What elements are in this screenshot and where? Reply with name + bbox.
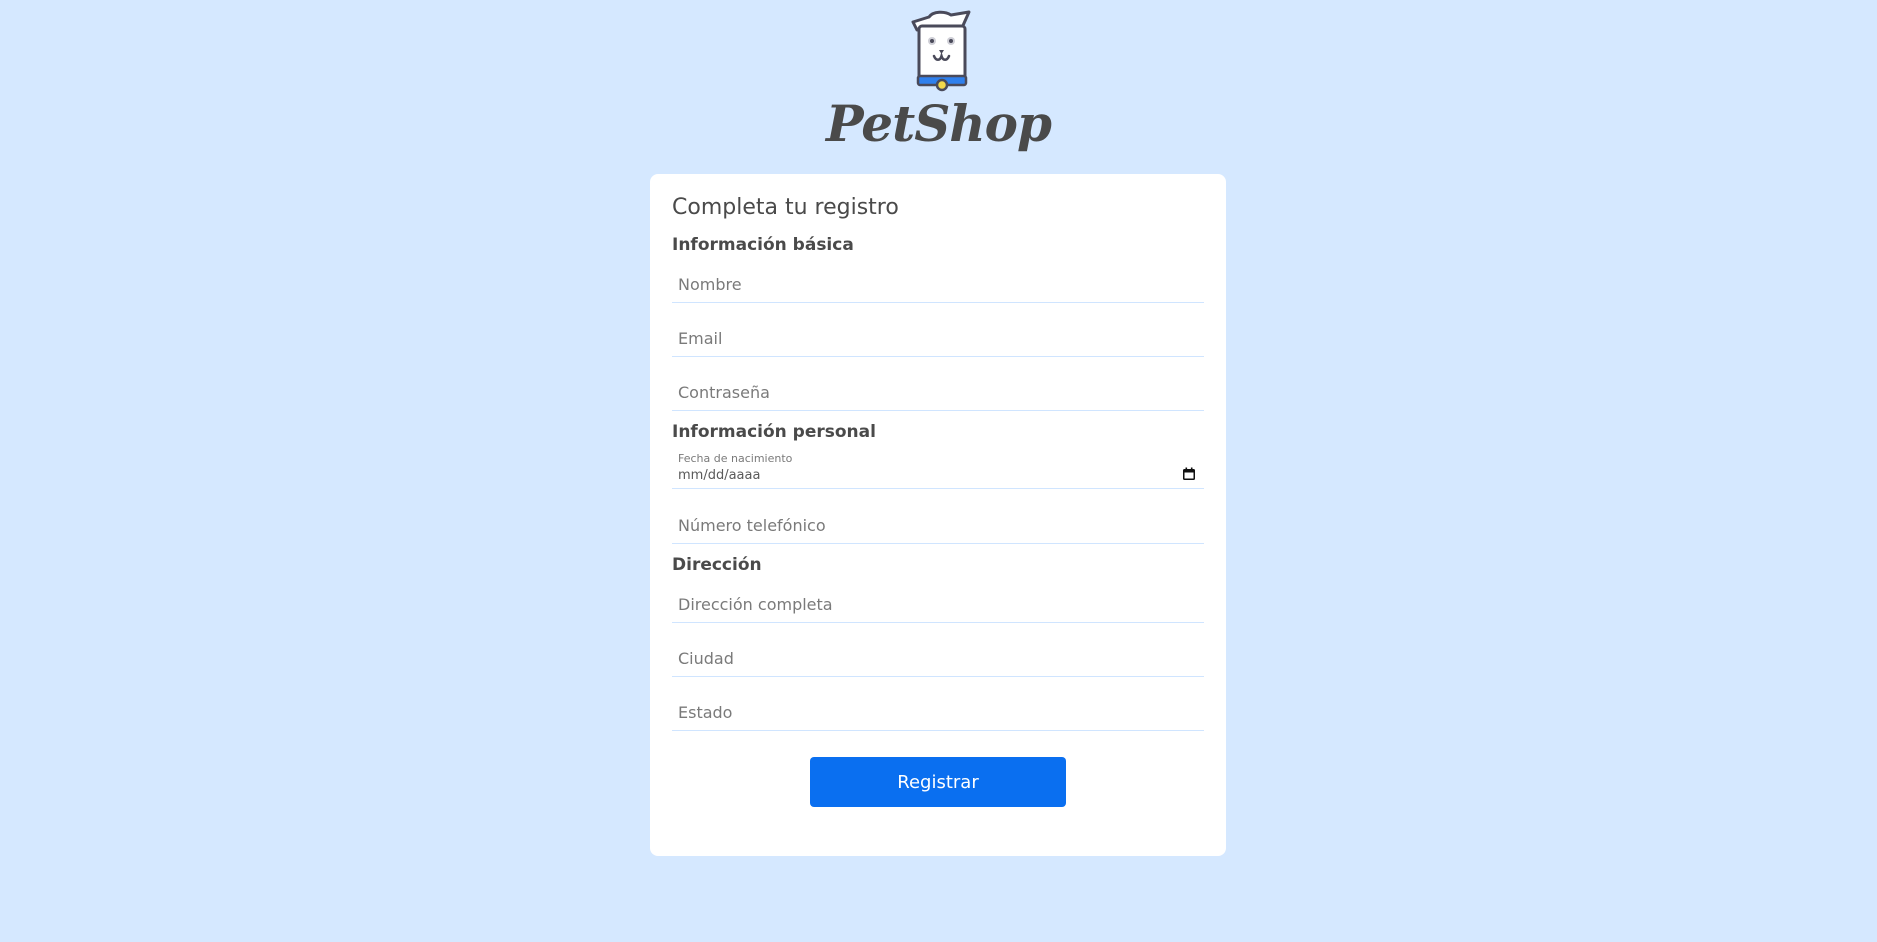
birthdate-label: Fecha de nacimiento xyxy=(678,452,793,465)
phone-field-wrapper xyxy=(672,507,1204,544)
name-input[interactable] xyxy=(672,266,1204,303)
dog-logo-icon xyxy=(911,10,970,92)
section-title-basic-info: Información básica xyxy=(672,235,854,255)
birthdate-value[interactable]: mm/dd/aaaa xyxy=(678,468,760,483)
brand-logo: PetShop xyxy=(0,6,1877,154)
phone-input[interactable] xyxy=(672,507,1204,544)
registration-page: PetShop Completa tu registro Información… xyxy=(0,0,1877,942)
registration-card: Completa tu registro Información básica … xyxy=(650,174,1226,856)
page-title: Completa tu registro xyxy=(672,195,899,220)
submit-row: Registrar xyxy=(672,757,1204,807)
register-button[interactable]: Registrar xyxy=(810,757,1066,807)
section-title-address: Dirección xyxy=(672,555,762,575)
birthdate-field[interactable]: Fecha de nacimiento mm/dd/aaaa xyxy=(672,447,1204,489)
full-address-field-wrapper xyxy=(672,586,1204,623)
name-field-wrapper xyxy=(672,266,1204,303)
city-input[interactable] xyxy=(672,640,1204,677)
city-field-wrapper xyxy=(672,640,1204,677)
brand-name: PetShop xyxy=(826,94,1052,153)
email-field-wrapper xyxy=(672,320,1204,357)
email-input[interactable] xyxy=(672,320,1204,357)
section-title-personal-info: Información personal xyxy=(672,422,876,442)
full-address-input[interactable] xyxy=(672,586,1204,623)
calendar-icon[interactable] xyxy=(1182,467,1196,481)
password-field-wrapper xyxy=(672,374,1204,411)
state-field-wrapper xyxy=(672,694,1204,731)
password-input[interactable] xyxy=(672,374,1204,411)
state-input[interactable] xyxy=(672,694,1204,731)
